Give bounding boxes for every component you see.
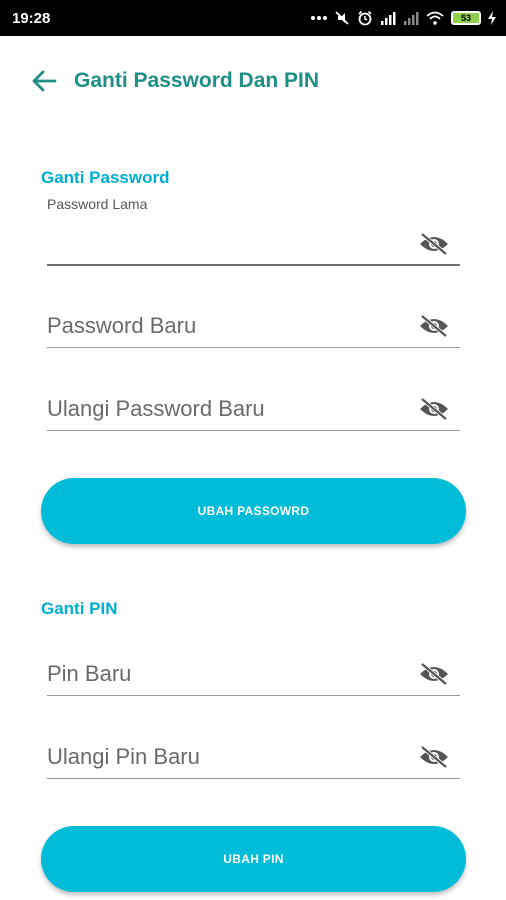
app-bar: Ganti Password Dan PIN	[0, 36, 506, 126]
status-bar: 19:28 53	[0, 0, 506, 36]
alarm-icon	[357, 10, 373, 26]
field-underline	[47, 429, 460, 431]
battery-icon: 53	[451, 11, 481, 25]
field-underline	[47, 346, 460, 348]
signal-icon	[380, 11, 396, 25]
section-title-password: Ganti Password	[41, 168, 170, 187]
field-underline	[47, 694, 460, 696]
new-pin-field	[47, 652, 460, 696]
old-password-field	[47, 222, 460, 266]
arrow-left-icon[interactable]	[30, 67, 58, 95]
charging-icon	[488, 11, 496, 25]
eye-off-icon[interactable]	[418, 393, 450, 425]
new-password-field	[47, 304, 460, 348]
change-password-button[interactable]: UBAH PASSOWRD	[41, 478, 466, 544]
repeat-password-field	[47, 387, 460, 431]
page-title: Ganti Password Dan PIN	[74, 69, 320, 92]
change-pin-button[interactable]: UBAH PIN	[41, 826, 466, 892]
eye-off-icon[interactable]	[418, 741, 450, 773]
repeat-pin-input[interactable]	[47, 735, 407, 779]
old-password-input[interactable]	[47, 222, 407, 266]
more-dots-icon	[311, 15, 327, 21]
mute-icon	[334, 10, 350, 26]
status-time: 19:28	[12, 9, 51, 27]
field-underline	[47, 264, 460, 266]
old-password-label: Password Lama	[47, 196, 148, 212]
repeat-password-input[interactable]	[47, 387, 407, 431]
new-pin-input[interactable]	[47, 652, 407, 696]
new-password-input[interactable]	[47, 304, 407, 348]
repeat-pin-field	[47, 735, 460, 779]
eye-off-icon[interactable]	[418, 228, 450, 260]
status-icons: 53	[311, 10, 496, 26]
eye-off-icon[interactable]	[418, 658, 450, 690]
section-title-pin: Ganti PIN	[41, 599, 118, 618]
eye-off-icon[interactable]	[418, 310, 450, 342]
wifi-icon	[426, 11, 444, 25]
signal-icon	[403, 11, 419, 25]
field-underline	[47, 777, 460, 779]
